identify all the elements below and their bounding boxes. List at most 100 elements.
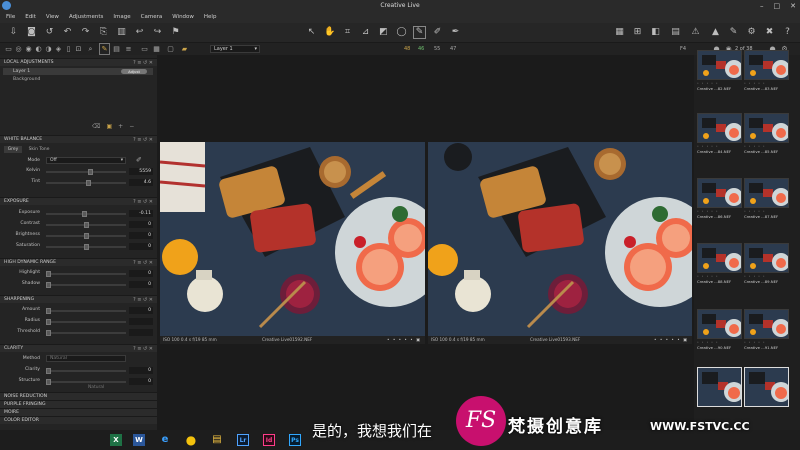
crop-tool-icon[interactable]: ⌗ (342, 27, 353, 38)
menu-camera[interactable]: Camera (141, 12, 163, 23)
explorer-icon[interactable]: ▤ (211, 434, 223, 446)
slider-value-field[interactable]: 5559 (129, 168, 153, 175)
slider-track[interactable] (46, 368, 126, 374)
rating-stars[interactable]: • • • • • (697, 144, 742, 148)
layers-tab-icon[interactable]: ▤ (112, 44, 121, 54)
eyedropper-icon[interactable]: ✐ (136, 156, 142, 164)
section-exposure[interactable]: EXPOSURE ? ≡ ↺ ✕ (0, 197, 157, 205)
grid-view-icon[interactable]: ▦ (614, 27, 625, 38)
view-single-icon[interactable]: ▭ (140, 44, 149, 54)
slider-knob[interactable] (46, 330, 51, 336)
slider-track[interactable] (46, 222, 126, 228)
view-grid-icon[interactable]: ▦ (152, 44, 161, 54)
import-icon[interactable]: ⇩ (8, 27, 19, 38)
rating-stars[interactable]: • • • • • (744, 144, 789, 148)
chrome-icon[interactable]: ● (185, 434, 197, 446)
minimize-button[interactable]: – (760, 0, 764, 12)
focus-icon[interactable]: ◧ (650, 27, 661, 38)
slider-knob[interactable] (83, 233, 89, 239)
rating-stars[interactable]: • • • • • (697, 209, 742, 213)
layer-select[interactable]: Layer 1 ▾ (210, 45, 260, 53)
detail-tab-icon[interactable]: ◈ (54, 44, 63, 54)
thumbnail[interactable] (697, 309, 742, 339)
reset-icon[interactable]: ↺ (44, 27, 55, 38)
add-layer-icon[interactable]: + (118, 123, 123, 131)
menu-adjustments[interactable]: Adjustments (69, 12, 103, 23)
slider-knob[interactable] (83, 244, 89, 250)
thumbnail[interactable] (697, 243, 742, 273)
capture-tab-icon[interactable]: ◎ (14, 44, 23, 54)
thumbnail[interactable] (744, 50, 789, 80)
thumbnail[interactable] (697, 113, 742, 143)
lens-tab-icon[interactable]: ◉ (24, 44, 33, 54)
copy-icon[interactable]: ⎘ (98, 27, 109, 38)
section-moire[interactable]: MOIRE (0, 408, 157, 416)
lightroom-icon[interactable]: Lr (237, 434, 249, 446)
settings-icon[interactable]: ⚙ (746, 27, 757, 38)
thumbnail[interactable] (744, 309, 789, 339)
slider-value-field[interactable]: 0 (129, 307, 153, 314)
thumbnail[interactable] (697, 178, 742, 208)
section-noise-reduction[interactable]: NOISE REDUCTION (0, 392, 157, 400)
rating-stars[interactable]: • • • • • (697, 81, 742, 85)
help-icon[interactable]: ? (782, 27, 793, 38)
method-select[interactable]: Natural (46, 355, 126, 362)
erase-icon[interactable]: ⌫ (92, 123, 100, 131)
thumbnail[interactable] (697, 50, 742, 80)
close-button[interactable]: ✕ (790, 0, 796, 12)
section-purple-fringing[interactable]: PURPLE FRINGING (0, 400, 157, 408)
warning-icon[interactable]: ⚠ (690, 27, 701, 38)
slider-knob[interactable] (85, 180, 91, 186)
slider-knob[interactable] (46, 379, 51, 385)
section-local-adjustments[interactable]: LOCAL ADJUSTMENTS ? ≡ ↺ ✕ (0, 58, 157, 66)
edge-icon[interactable]: e (159, 434, 171, 446)
slider-value-field[interactable] (129, 318, 153, 325)
rotate-left-icon[interactable]: ↶ (62, 27, 73, 38)
process-icon[interactable]: ⚑ (170, 27, 181, 38)
word-icon[interactable]: W (133, 434, 145, 446)
metadata-tab-icon[interactable]: ▯ (64, 44, 73, 54)
exposure-warning-icon[interactable]: ▲ (710, 27, 721, 38)
photo-secondary[interactable] (428, 142, 692, 336)
photoshop-icon[interactable]: Ps (289, 434, 301, 446)
redo-icon[interactable]: ↪ (152, 27, 163, 38)
rating-stars[interactable]: • • • • • (744, 81, 789, 85)
slider-knob[interactable] (83, 222, 89, 228)
indesign-icon[interactable]: Id (263, 434, 275, 446)
photo-primary[interactable] (160, 142, 425, 336)
output-tab-icon[interactable]: ⊡ (74, 44, 83, 54)
menu-window[interactable]: Window (172, 12, 194, 23)
pan-tool-icon[interactable]: ✋ (324, 27, 335, 38)
exposure-tab-icon[interactable]: ◑ (44, 44, 53, 54)
rating-stars[interactable]: • • • • • (697, 274, 742, 278)
slider-track[interactable] (46, 330, 126, 336)
slider-value-field[interactable]: 0 (129, 232, 153, 239)
menu-image[interactable]: Image (113, 12, 130, 23)
thumbnail[interactable] (744, 178, 789, 208)
slider-value-field[interactable]: 0 (129, 221, 153, 228)
spot-tool-icon[interactable]: ◯ (396, 27, 407, 38)
slider-track[interactable] (46, 211, 126, 217)
thumbnail[interactable] (744, 243, 789, 273)
rating-stars[interactable]: • • • • • (744, 274, 789, 278)
slider-value-field[interactable]: 0 (129, 243, 153, 250)
slider-track[interactable] (46, 180, 126, 186)
slider-value-field[interactable]: -0.11 (129, 210, 153, 217)
brush-tool-icon[interactable]: ✎ (413, 26, 426, 39)
layer-row[interactable]: Layer 1 Adjust (3, 68, 153, 75)
section-white-balance[interactable]: WHITE BALANCE ? ≡ ↺ ✕ (0, 135, 157, 143)
layer-row[interactable]: Background (3, 76, 153, 83)
straighten-tool-icon[interactable]: ⊿ (360, 27, 371, 38)
adjustments-tab-icon[interactable]: ≡ (124, 44, 133, 54)
delete-icon[interactable]: ▥ (116, 27, 127, 38)
thumbnail-selected[interactable] (744, 367, 789, 407)
slider-track[interactable] (46, 282, 126, 288)
edit-icon[interactable]: ✎ (728, 27, 739, 38)
library-tab-icon[interactable]: ▭ (4, 44, 13, 54)
slider-value-field[interactable]: 0 (129, 378, 153, 385)
annotate-tool-icon[interactable]: ✒ (450, 27, 461, 38)
slider-track[interactable] (46, 169, 126, 175)
menu-file[interactable]: File (6, 12, 15, 23)
slider-track[interactable] (46, 379, 126, 385)
slider-knob[interactable] (46, 319, 51, 325)
